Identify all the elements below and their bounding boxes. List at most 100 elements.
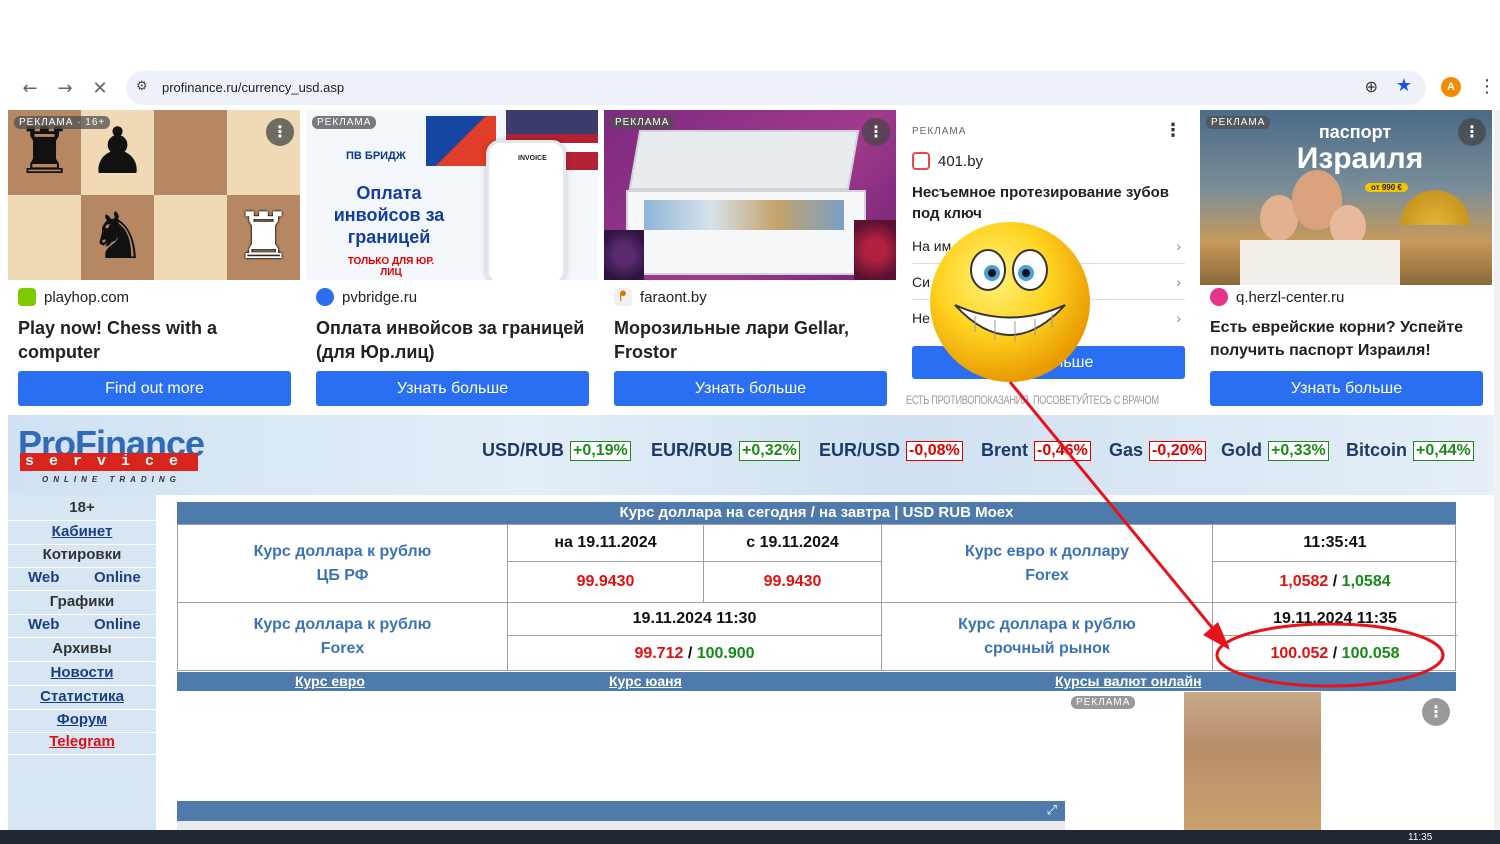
sidebar-item-quotes-online[interactable]: Online	[94, 569, 141, 586]
ad-source-text[interactable]: 401.by	[938, 153, 983, 170]
menu-icon[interactable]: ⋮	[1478, 76, 1496, 97]
ad-source[interactable]: 401.by	[912, 152, 983, 170]
cbr-label-cell: Курс доллара к рублю ЦБ РФ	[178, 525, 508, 603]
sidebar-item-cabinet[interactable]: Кабинет	[8, 523, 156, 545]
moex-separator: /	[1328, 644, 1342, 662]
ad-source-text[interactable]: faraont.by	[640, 289, 707, 306]
more-options-icon[interactable]: ⋮	[1458, 118, 1486, 146]
ticker-eurrub[interactable]: EUR/RUB +0,32%	[651, 440, 800, 461]
ticker-name[interactable]: Bitcoin	[1346, 440, 1407, 461]
ad-cta-button[interactable]: Find out more	[18, 371, 291, 406]
ad-option-text[interactable]: Си	[912, 274, 930, 290]
ad-image[interactable]: РЕКЛАМА ⋮	[604, 110, 896, 280]
more-options-icon[interactable]: ⋮	[862, 118, 890, 146]
ad-badge: РЕКЛАМА	[1071, 696, 1136, 709]
moex-label-line2: срочный рынок	[984, 640, 1110, 657]
ad-image[interactable]: ♜ ♟ ♞ ♜ РЕКЛАМА · 16+ ⋮	[8, 110, 300, 280]
more-options-icon[interactable]: ⋮	[1164, 120, 1182, 141]
ad-title[interactable]: Оплата инвойсов за границей (для Юр.лиц)	[316, 316, 591, 364]
sidebar-item-telegram[interactable]: Telegram	[8, 733, 156, 755]
ticker-name[interactable]: USD/RUB	[482, 440, 564, 461]
ticker-gold[interactable]: Gold +0,33%	[1221, 440, 1329, 461]
ticker-usdrub[interactable]: USD/RUB +0,19%	[482, 440, 631, 461]
avatar[interactable]: A	[1441, 77, 1461, 97]
zoom-icon[interactable]: ⊕	[1365, 77, 1378, 96]
ticker-name[interactable]: Gold	[1221, 440, 1262, 461]
left-sidebar: 18+ Кабинет Котировки Web Online Графики…	[8, 495, 156, 830]
site-settings-icon[interactable]: ⚙	[136, 79, 154, 97]
moex-quote: 100.052 / 100.058	[1213, 636, 1457, 671]
ad-source-text[interactable]: playhop.com	[44, 289, 129, 306]
sidebar-item-news[interactable]: Новости	[8, 664, 156, 686]
ticker-name[interactable]: Gas	[1109, 440, 1143, 461]
forex-bid: 99.712	[634, 644, 684, 662]
herzl-favicon-icon	[1210, 288, 1228, 306]
link-yuan-rate[interactable]: Курс юаня	[609, 673, 682, 689]
ticker-brent[interactable]: Brent -0,46%	[981, 440, 1091, 461]
ad-option-text[interactable]: Не	[912, 310, 930, 326]
ad-title[interactable]: Несъемное протезирование зубов под ключ	[912, 182, 1187, 224]
address-bar[interactable]: ⚙ profinance.ru/currency_usd.asp ⊕ ★	[126, 71, 1426, 105]
ad-option-row[interactable]: Си ›	[912, 264, 1185, 300]
sidebar-item-stats[interactable]: Статистика	[8, 688, 156, 710]
sidebar-item-forum[interactable]: Форум	[8, 711, 156, 733]
sidebar-item-quotes-web[interactable]: Web	[28, 569, 59, 586]
bottom-ad-image[interactable]	[1184, 692, 1321, 830]
ad-title[interactable]: Есть еврейские корни? Успейте получить п…	[1210, 316, 1485, 362]
ticker-name[interactable]: Brent	[981, 440, 1028, 461]
forex-label-line2: Forex	[320, 640, 365, 657]
ad-option-text[interactable]: На им	[912, 238, 951, 254]
ad-cta-button[interactable]: Узнать больше	[316, 371, 589, 406]
ad-card-pvbridge[interactable]: INVOICE ПВ БРИДЖ Оплата инвойсов за гран…	[306, 110, 598, 415]
ad-option-row[interactable]: Не ›	[912, 300, 1185, 336]
ad-badge: РЕКЛАМА	[312, 116, 377, 129]
cbr-label-line2: ЦБ РФ	[316, 566, 369, 584]
more-options-icon[interactable]: ⋮	[1422, 698, 1450, 726]
ticker-change: -0,46%	[1034, 440, 1091, 461]
ad-cta-button[interactable]: льше	[912, 346, 1185, 379]
bookmark-star-icon[interactable]: ★	[1396, 75, 1412, 96]
sidebar-quotes-links: Web Online	[8, 569, 156, 591]
ticker-bitcoin[interactable]: Bitcoin +0,44%	[1346, 440, 1474, 461]
moex-label-cell: Курс доллара к рублю срочный рынок	[882, 603, 1213, 671]
ad-image[interactable]: паспорт Израиля от 990 € РЕКЛАМА ⋮	[1200, 110, 1492, 285]
ad-cta-button[interactable]: Узнать больше	[614, 371, 887, 406]
ad-image[interactable]: INVOICE ПВ БРИДЖ Оплата инвойсов за гран…	[306, 110, 598, 280]
os-taskbar: 11:35	[0, 830, 1500, 844]
ad-title[interactable]: Play now! Chess with a computer	[18, 316, 293, 364]
sidebar-item-charts-web[interactable]: Web	[28, 616, 59, 633]
ad-card-faraont[interactable]: РЕКЛАМА ⋮ ᖰ faraont.by Морозильные лари …	[604, 110, 896, 415]
ad-card-herzl[interactable]: паспорт Израиля от 990 € РЕКЛАМА ⋮ q.her…	[1200, 110, 1492, 415]
back-icon[interactable]: ←	[18, 76, 42, 100]
ad-source[interactable]: ᖰ faraont.by	[614, 288, 707, 306]
ticker-change: +0,19%	[570, 440, 631, 461]
ad-source[interactable]: pvbridge.ru	[316, 288, 417, 306]
url-text[interactable]: profinance.ru/currency_usd.asp	[162, 80, 344, 95]
ad-source-text[interactable]: q.herzl-center.ru	[1236, 289, 1344, 306]
ad-source[interactable]: playhop.com	[18, 288, 129, 306]
ticker-name[interactable]: EUR/RUB	[651, 440, 733, 461]
page-scrollbar[interactable]	[1494, 110, 1500, 830]
link-currency-online[interactable]: Курсы валют онлайн	[1055, 673, 1202, 689]
bottom-ad[interactable]: РЕКЛАМА ⋮	[1067, 692, 1460, 830]
ad-source-text[interactable]: pvbridge.ru	[342, 289, 417, 306]
screenshot-stage: ← → ✕ ⚙ profinance.ru/currency_usd.asp ⊕…	[0, 0, 1500, 844]
ad-badge: РЕКЛАМА · 16+	[14, 116, 111, 129]
sidebar-item-charts-online[interactable]: Online	[94, 616, 141, 633]
ticker-name[interactable]: EUR/USD	[819, 440, 900, 461]
expand-icon[interactable]: ⤢	[1047, 803, 1057, 818]
forward-icon[interactable]: →	[53, 76, 77, 100]
ad-option-row[interactable]: На им ›	[912, 228, 1185, 264]
link-euro-rate[interactable]: Курс евро	[295, 673, 365, 689]
ticker-eurusd[interactable]: EUR/USD -0,08%	[819, 440, 963, 461]
ticker-gas[interactable]: Gas -0,20%	[1109, 440, 1206, 461]
ad-card-playhop[interactable]: ♜ ♟ ♞ ♜ РЕКЛАМА · 16+ ⋮ playhop.com Play…	[8, 110, 300, 415]
cbr-rate-today: 99.9430	[508, 562, 704, 603]
ad-source[interactable]: q.herzl-center.ru	[1210, 288, 1344, 306]
more-options-icon[interactable]: ⋮	[266, 118, 294, 146]
ad-card-401by[interactable]: РЕКЛАМА ⋮ 401.by Несъемное протезировани…	[902, 110, 1194, 415]
stop-icon[interactable]: ✕	[88, 76, 112, 100]
invoice-doc-label: INVOICE	[518, 155, 547, 162]
ad-title[interactable]: Морозильные лари Gellar, Frostor	[614, 316, 889, 364]
ad-cta-button[interactable]: Узнать больше	[1210, 371, 1483, 406]
